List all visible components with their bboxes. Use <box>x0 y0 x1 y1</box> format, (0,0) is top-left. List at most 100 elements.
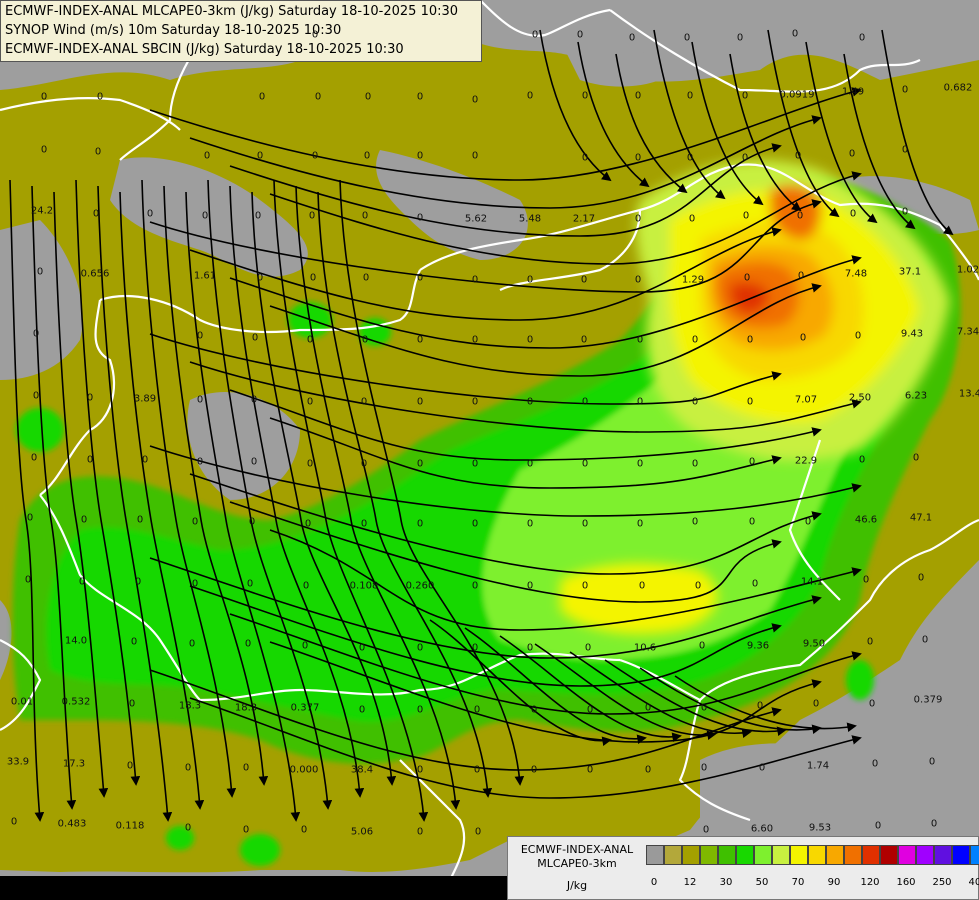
grid-value-label: 0 <box>196 330 204 342</box>
grid-value-label: 0 <box>871 758 879 770</box>
grid-value-label: 0 <box>756 700 764 712</box>
grid-value-label: 13.4 <box>958 388 979 400</box>
grid-value-label: 0 <box>868 698 876 710</box>
grid-value-label: 0 <box>691 458 699 470</box>
legend-swatch <box>664 845 682 865</box>
grid-value-label: 33.9 <box>6 756 30 768</box>
grid-value-label: 0 <box>86 454 94 466</box>
legend-tick-label: 50 <box>755 877 769 888</box>
legend-swatch <box>826 845 844 865</box>
grid-value-label: 0 <box>471 396 479 408</box>
grid-value-label: 0 <box>416 458 424 470</box>
grid-value-label: 0 <box>416 272 424 284</box>
grid-value-label: 0 <box>930 818 938 830</box>
grid-value-label: 0 <box>634 213 642 225</box>
grid-value-label: 0 <box>581 458 589 470</box>
grid-value-label: 0 <box>791 28 799 40</box>
grid-value-label: 0 <box>251 332 259 344</box>
title-sbcin: ECMWF-INDEX-ANAL SBCIN (J/kg) Saturday 1… <box>5 42 404 57</box>
grid-value-label: 0 <box>473 704 481 716</box>
grid-value-label: 0 <box>751 578 759 590</box>
grid-value-label: 0 <box>32 390 40 402</box>
grid-value-label: 9.43 <box>900 328 924 340</box>
legend-swatch <box>754 845 772 865</box>
legend-tick-label: 250 <box>932 877 952 888</box>
grid-value-label: 0 <box>250 394 258 406</box>
grid-value-label: 0 <box>40 91 48 103</box>
legend-tick-label: 400 <box>968 877 979 888</box>
grid-value-label: 0 <box>746 396 754 408</box>
grid-value-label: 0 <box>311 29 319 41</box>
weather-map[interactable]: ECMWF-INDEX-ANAL MLCAPE0-3km (J/kg) Satu… <box>0 0 979 900</box>
grid-value-label: 0 <box>363 150 371 162</box>
grid-value-label: 0 <box>471 580 479 592</box>
legend-tick-label: 0 <box>650 877 658 888</box>
grid-value-label: 0 <box>24 574 32 586</box>
grid-value-label: 0 <box>471 334 479 346</box>
grid-value-label: 0 <box>360 518 368 530</box>
grid-value-label: 0 <box>874 820 882 832</box>
grid-value-label: 0 <box>244 638 252 650</box>
grid-value-label: 0 <box>634 274 642 286</box>
grid-value-label: 0 <box>530 764 538 776</box>
grid-value-label: 0 <box>191 516 199 528</box>
grid-value-label: 0 <box>581 396 589 408</box>
grid-value-label: 0 <box>526 642 534 654</box>
grid-value-label: 0 <box>634 152 642 164</box>
grid-value-label: 0 <box>858 454 866 466</box>
grid-value-label: 0 <box>526 518 534 530</box>
grid-value-label: 0 <box>638 580 646 592</box>
grid-value-label: 0 <box>691 396 699 408</box>
grid-value-label: 6.23 <box>904 390 928 402</box>
grid-value-label: 0 <box>360 396 368 408</box>
grid-value-label: 9.53 <box>808 822 832 834</box>
grid-value-label: 0 <box>416 704 424 716</box>
grid-value-label: 0 <box>416 150 424 162</box>
grid-value-label: 0 <box>700 762 708 774</box>
legend-ticks: 0 12 30 50 70 90 120 160 250 400 <box>646 877 979 891</box>
grid-value-label: 0 <box>242 762 250 774</box>
grid-value-label: 0 <box>901 144 909 156</box>
grid-value-label: 0 <box>928 756 936 768</box>
grid-value-label: 6.60 <box>750 823 774 835</box>
grid-value-label: 0 <box>526 396 534 408</box>
grid-value-label: 0.260 <box>405 580 435 592</box>
grid-value-label: 22.9 <box>794 455 818 467</box>
grid-value-label: 1.29 <box>681 274 705 286</box>
grid-value-label: 0 <box>362 272 370 284</box>
grid-value-label: 14.0 <box>64 635 88 647</box>
grid-value-label: 0 <box>804 516 812 528</box>
legend-swatch <box>646 845 664 865</box>
grid-value-label: 24.2 <box>30 205 54 217</box>
grid-value-label: 0.108 <box>349 580 379 592</box>
grid-value-label: 14.1 <box>800 576 824 588</box>
grid-value-label: 0 <box>188 638 196 650</box>
grid-value-label: 0 <box>256 150 264 162</box>
legend-title-line2: MLCAPE0-3km <box>537 857 617 870</box>
grid-value-label: 0 <box>96 91 104 103</box>
grid-value-label: 0 <box>917 572 925 584</box>
grid-value-label: 0.377 <box>290 702 320 714</box>
legend-swatch <box>934 845 952 865</box>
grid-value-label: 0 <box>862 574 870 586</box>
grid-value-label: 0 <box>416 642 424 654</box>
grid-value-label: 7.48 <box>844 268 868 280</box>
cape-field-basemap <box>0 0 979 900</box>
grid-value-label: 0 <box>126 760 134 772</box>
grid-value-label: 0 <box>304 518 312 530</box>
grid-value-label: 18.3 <box>234 702 258 714</box>
grid-value-label: 0 <box>361 334 369 346</box>
grid-value-label: 0 <box>736 32 744 44</box>
grid-value-label: 0 <box>794 150 802 162</box>
grid-value-label: 37.1 <box>898 266 922 278</box>
grid-value-label: 0.379 <box>913 694 943 706</box>
grid-value-label: 0 <box>586 764 594 776</box>
grid-value-label: 0 <box>306 334 314 346</box>
grid-value-label: 0 <box>416 764 424 776</box>
grid-value-label: 3.89 <box>133 393 157 405</box>
grid-value-label: 0 <box>581 580 589 592</box>
legend-swatch <box>970 845 979 865</box>
grid-value-label: 0 <box>80 514 88 526</box>
grid-value-label: 0 <box>698 640 706 652</box>
grid-value-label: 0 <box>636 458 644 470</box>
